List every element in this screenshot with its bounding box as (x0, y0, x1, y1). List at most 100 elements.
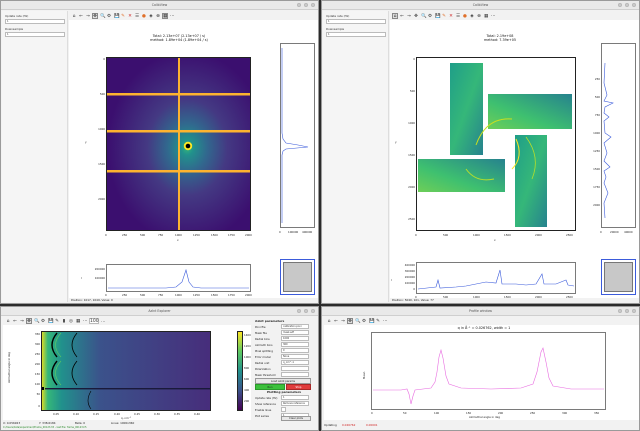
save-icon[interactable]: 💾 (434, 13, 441, 19)
menu-icon[interactable]: ☰ (455, 13, 461, 19)
downsample-input[interactable]: 1 (326, 32, 386, 37)
configure-icon[interactable]: ⚙ (427, 13, 433, 19)
forward-icon[interactable]: → (406, 13, 412, 19)
x-tick: 250 (530, 411, 536, 415)
edit-icon[interactable]: ✎ (441, 13, 447, 19)
grid-icon[interactable]: ▦ (162, 12, 168, 19)
overview-thumbnail[interactable] (280, 259, 315, 295)
pan-icon[interactable]: ✥ (92, 12, 98, 19)
zoom-icon[interactable]: 🔍 (99, 13, 106, 19)
close-button[interactable] (311, 309, 315, 313)
center-icon[interactable]: ● (462, 13, 468, 19)
mask-icon[interactable]: ◈ (469, 13, 475, 19)
close-button[interactable] (632, 309, 636, 313)
home-icon[interactable]: ⌂ (392, 12, 398, 19)
plot-canvas[interactable]: Total: 2.19e+08 method: 7.39e+05 0 500 1… (390, 20, 639, 299)
save-icon[interactable]: 💾 (368, 318, 375, 324)
pixel-splitting-input[interactable]: 0 (281, 348, 309, 353)
edit-icon[interactable]: ✎ (120, 13, 126, 19)
radial-bins-input[interactable]: 1000 (281, 336, 309, 341)
bottom-x-ticks: 0 500 1000 1500 2000 2500 (415, 295, 576, 299)
clear-icon[interactable]: ✕ (448, 13, 454, 19)
y-axis-label: Azimuthal angle in deg (7, 351, 11, 383)
profile-plot-canvas[interactable]: q in Å⁻¹ = 0.026762, width = 1 0 50 100 … (324, 325, 639, 420)
maximize-button[interactable] (304, 3, 308, 7)
azint-plot-canvas[interactable]: 350 300 250 200 150 100 50 0 Azimuthal a… (3, 325, 251, 420)
close-button[interactable] (311, 3, 315, 7)
clear-icon[interactable]: ✕ (127, 13, 133, 19)
more-icon[interactable]: ⋯ (490, 13, 496, 19)
x-axis-label: Azimuthal angle in deg (469, 415, 501, 419)
downsample-input[interactable]: 1 (5, 32, 65, 37)
configure-icon[interactable]: ⚙ (361, 318, 367, 324)
error-model-select[interactable]: None (281, 354, 309, 359)
maximize-button[interactable] (625, 309, 629, 313)
poni-file-input[interactable]: calibration.poni (281, 324, 309, 329)
back-icon[interactable]: ← (399, 13, 405, 19)
target-icon[interactable]: ⊕ (476, 13, 482, 19)
horizontal-profile-plot[interactable] (416, 262, 576, 294)
azimuth-bins-input[interactable]: 360 (281, 342, 309, 347)
grid-icon[interactable]: ▦ (483, 13, 489, 19)
maximize-button[interactable] (304, 309, 308, 313)
close-button[interactable] (632, 3, 636, 7)
update-rate-input[interactable]: 1 (326, 19, 386, 24)
update-rate-input[interactable]: 1 (281, 395, 309, 400)
update-rate-input[interactable]: 1 (5, 19, 65, 24)
remove-reference-button[interactable]: Remove reference (281, 401, 309, 406)
overview-thumbnail[interactable] (601, 259, 636, 295)
ring-icon[interactable]: ◎ (68, 318, 74, 324)
zoom-icon[interactable]: 🔍 (33, 318, 40, 324)
configure-icon[interactable]: ⚙ (40, 318, 46, 324)
mask-icon[interactable]: ◈ (148, 13, 154, 19)
minimize-button[interactable] (618, 3, 622, 7)
pan-icon[interactable]: ✥ (413, 13, 419, 19)
save-icon[interactable]: 💾 (47, 318, 54, 324)
edit-icon[interactable]: ✎ (375, 318, 381, 324)
x-tick: 500 (140, 233, 146, 237)
more-icon[interactable]: ⋯ (169, 13, 175, 19)
back-icon[interactable]: ← (78, 13, 84, 19)
horizontal-profile-plot[interactable] (106, 264, 251, 292)
menu-icon[interactable]: ☰ (134, 13, 140, 19)
clear-plots-button[interactable]: Clear plots (281, 416, 311, 421)
more-icon[interactable]: ⋯ (82, 318, 88, 324)
edit-icon[interactable]: ✎ (54, 318, 60, 324)
window-title: CalibView (1, 1, 318, 10)
mask-file-input[interactable]: mask.edf (281, 330, 309, 335)
profile-line-plot[interactable] (371, 332, 606, 410)
vertical-profile-plot[interactable] (601, 43, 636, 228)
zoom-icon[interactable]: 🔍 (354, 318, 361, 324)
pan-icon[interactable]: ✥ (347, 317, 353, 324)
more-icon[interactable]: ⋯ (382, 318, 388, 324)
minimize-button[interactable] (297, 309, 301, 313)
forward-icon[interactable]: → (19, 318, 25, 324)
minimize-button[interactable] (297, 3, 301, 7)
back-icon[interactable]: ← (12, 318, 18, 324)
maximize-button[interactable] (625, 3, 629, 7)
home-icon[interactable]: ⌂ (326, 318, 332, 324)
polarization-input[interactable] (281, 366, 309, 371)
ellipsis-icon[interactable]: … (100, 318, 106, 324)
configure-icon[interactable]: ⚙ (106, 13, 112, 19)
back-icon[interactable]: ← (333, 318, 339, 324)
target-icon[interactable]: ⊕ (155, 13, 161, 19)
save-icon[interactable]: 💾 (113, 13, 120, 19)
forward-icon[interactable]: → (85, 13, 91, 19)
home-icon[interactable]: ⌂ (5, 318, 11, 324)
minimize-button[interactable] (618, 309, 622, 313)
grid-icon[interactable]: ▦ (75, 318, 81, 324)
frame-input[interactable]: 100 (89, 317, 99, 324)
center-icon[interactable]: ● (141, 13, 147, 19)
vertical-profile-plot[interactable] (280, 43, 315, 228)
enable-lines-checkbox[interactable] (281, 407, 286, 412)
forward-icon[interactable]: → (340, 318, 346, 324)
zoom-icon[interactable]: 🔍 (420, 13, 427, 19)
thumbnail-preview (283, 262, 312, 292)
radial-unit-select[interactable]: q_nm^-1 (281, 360, 309, 365)
home-icon[interactable]: ⌂ (71, 13, 77, 19)
bar-icon[interactable]: ▮ (61, 318, 67, 324)
plot-canvas[interactable]: Total: 2.13e+07 (2.13e+07 / s) method: 1… (69, 20, 318, 298)
mask-threshold-input[interactable] (281, 372, 309, 377)
pan-icon[interactable]: ✥ (26, 317, 32, 324)
